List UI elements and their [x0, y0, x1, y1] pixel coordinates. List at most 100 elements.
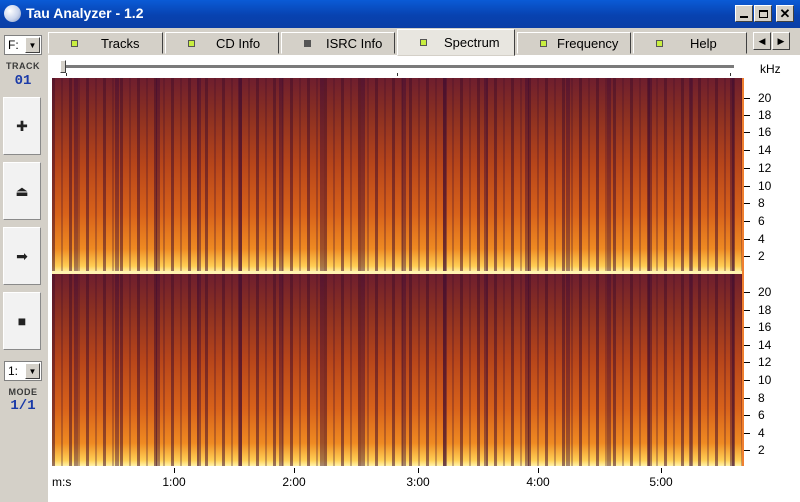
drive-value: F:	[8, 38, 19, 52]
status-led-icon	[420, 39, 427, 46]
y-tick-label: 8	[758, 196, 765, 210]
spectrogram-channel-1	[52, 78, 742, 272]
stop-button[interactable]: ■	[3, 292, 41, 350]
y-tick	[744, 203, 750, 204]
y-tick-label: 20	[758, 285, 772, 299]
track-label: TRACK	[6, 61, 40, 71]
y-tick	[744, 345, 750, 346]
tab-cd-info[interactable]: CD Info	[165, 32, 279, 54]
frequency-unit-label: kHz	[760, 62, 781, 76]
app-icon	[4, 5, 21, 22]
y-tick	[744, 221, 750, 222]
y-tick	[744, 450, 750, 451]
tab-label: Frequency	[557, 36, 619, 51]
tab-label: CD Info	[216, 36, 261, 51]
y-tick	[744, 239, 750, 240]
y-tick	[744, 362, 750, 363]
spectrogram-texture	[52, 274, 742, 466]
mode-select[interactable]: 1: ▼	[4, 361, 42, 381]
y-tick-label: 20	[758, 91, 772, 105]
eject-icon: ⏏	[15, 182, 29, 199]
tab-label: Tracks	[101, 36, 140, 51]
time-slider[interactable]	[52, 58, 742, 76]
y-tick	[744, 292, 750, 293]
status-led-icon	[304, 40, 311, 47]
tab-scroll-left-button[interactable]: ◀	[753, 32, 771, 50]
slider-tick	[397, 73, 398, 76]
y-tick-label: 18	[758, 108, 772, 122]
maximize-button[interactable]	[754, 5, 772, 22]
mode-value: 1/1	[10, 398, 36, 414]
y-tick	[744, 256, 750, 257]
drive-select[interactable]: F: ▼	[4, 35, 42, 55]
time-unit-label: m:s	[52, 475, 72, 489]
status-led-icon	[656, 40, 663, 47]
y-tick	[744, 98, 750, 99]
tab-frequency[interactable]: Frequency	[517, 32, 631, 54]
y-tick-label: 14	[758, 143, 772, 157]
eject-button[interactable]: ⏏	[3, 162, 41, 220]
x-tick	[418, 468, 419, 473]
y-tick-label: 14	[758, 338, 772, 352]
y-tick-label: 10	[758, 373, 772, 387]
x-tick-label: 3:00	[406, 475, 430, 489]
y-tick	[744, 415, 750, 416]
status-led-icon	[71, 40, 78, 47]
y-tick-label: 2	[758, 443, 765, 457]
mode-label: MODE	[8, 387, 38, 397]
tab-isrc-info[interactable]: ISRC Info	[281, 32, 395, 54]
y-tick-label: 12	[758, 161, 772, 175]
y-tick-label: 4	[758, 426, 765, 440]
chevron-right-icon: ▶	[777, 35, 785, 46]
tab-label: ISRC Info	[326, 36, 383, 51]
y-tick-label: 16	[758, 320, 772, 334]
tab-bar: Tracks CD Info ISRC Info Spectrum Freque…	[48, 29, 752, 56]
y-tick	[744, 186, 750, 187]
tab-scroll-right-button[interactable]: ▶	[772, 32, 790, 50]
track-number: 01	[14, 73, 32, 89]
tab-tracks[interactable]: Tracks	[48, 32, 163, 54]
arrow-right-icon: ➡	[16, 247, 28, 264]
close-button[interactable]: ✕	[776, 5, 794, 22]
chevron-left-icon: ◀	[758, 35, 766, 46]
title-bar: Tau Analyzer - 1.2 ✕	[0, 0, 800, 28]
x-tick	[294, 468, 295, 473]
tab-label: Spectrum	[444, 35, 500, 50]
x-tick-label: 4:00	[526, 475, 550, 489]
y-tick-label: 6	[758, 408, 765, 422]
x-tick	[538, 468, 539, 473]
y-tick-label: 16	[758, 125, 772, 139]
tab-spectrum[interactable]: Spectrum	[397, 29, 515, 56]
maximize-icon	[758, 9, 768, 18]
spectrogram-channel-2	[52, 274, 742, 466]
y-tick	[744, 150, 750, 151]
frequency-axis-top: 20 18 16 14 12 10 8 6 4 2	[744, 78, 800, 272]
slider-track	[62, 65, 734, 69]
y-tick-label: 10	[758, 179, 772, 193]
x-tick-label: 2:00	[282, 475, 306, 489]
frequency-axis-bottom: 20 18 16 14 12 10 8 6 4 2	[744, 274, 800, 466]
app-window: Tau Analyzer - 1.2 ✕ F: ▼ TRACK 01 ✚ ⏏ ➡…	[0, 0, 800, 502]
y-tick	[744, 132, 750, 133]
minimize-button[interactable]	[735, 5, 753, 22]
play-button[interactable]: ➡	[3, 227, 41, 285]
add-button[interactable]: ✚	[3, 97, 41, 155]
chevron-down-icon[interactable]: ▼	[25, 37, 40, 53]
y-tick-label: 18	[758, 303, 772, 317]
y-tick	[744, 380, 750, 381]
y-tick-label: 4	[758, 232, 765, 246]
close-icon: ✕	[779, 6, 791, 21]
chevron-down-icon[interactable]: ▼	[25, 363, 40, 379]
x-tick	[661, 468, 662, 473]
y-tick-label: 2	[758, 249, 765, 263]
time-axis: m:s 1:00 2:00 3:00 4:00 5:00	[52, 468, 742, 494]
minimize-icon	[740, 16, 748, 18]
tab-help[interactable]: Help	[633, 32, 747, 54]
x-tick-label: 5:00	[649, 475, 673, 489]
spectrogram-texture	[52, 78, 742, 272]
tab-label: Help	[690, 36, 717, 51]
x-tick-label: 1:00	[162, 475, 186, 489]
slider-thumb[interactable]	[60, 60, 66, 73]
y-tick	[744, 168, 750, 169]
y-tick	[744, 327, 750, 328]
